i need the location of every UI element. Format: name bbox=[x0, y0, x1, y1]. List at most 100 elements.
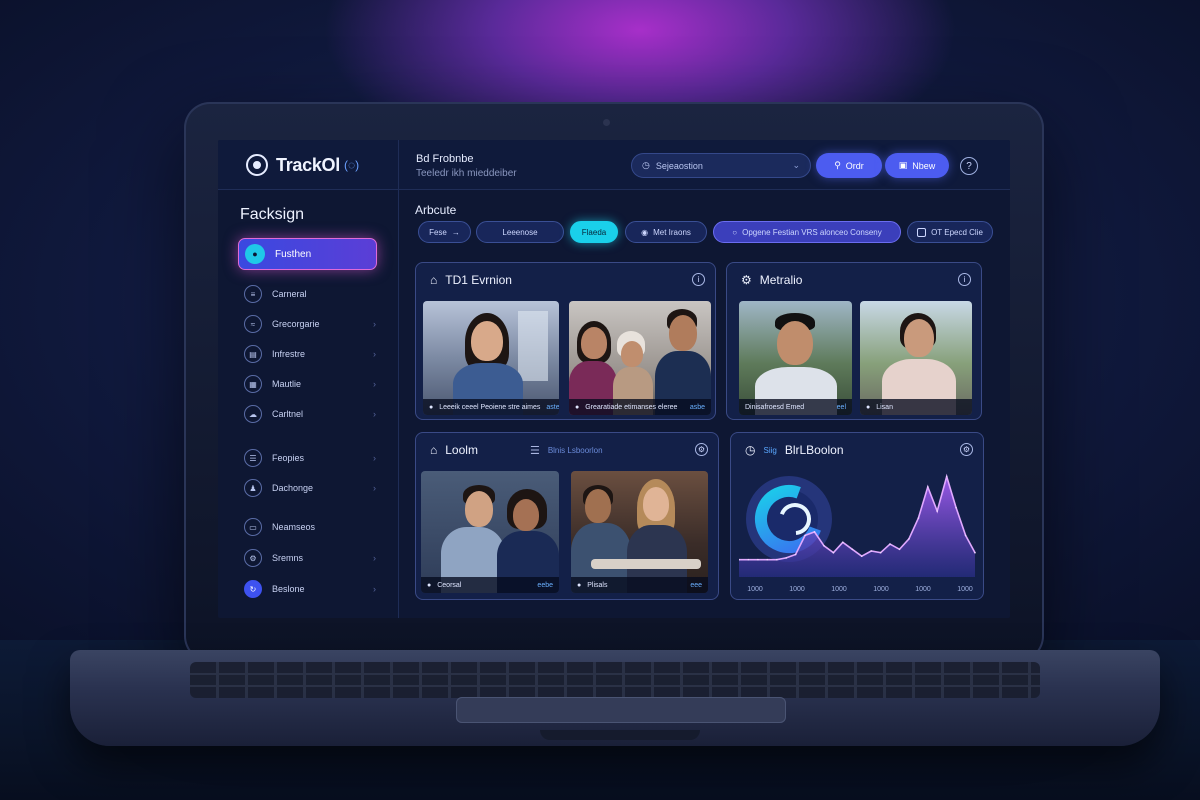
mic-icon: ● bbox=[866, 403, 871, 411]
settings-icon[interactable]: ⚙ bbox=[960, 443, 973, 456]
video-tile[interactable]: ● Grearatiade etimanses eleree asbe bbox=[569, 301, 711, 415]
chart-point bbox=[860, 555, 863, 557]
x-tick-label: 1000 bbox=[831, 586, 847, 593]
webcam bbox=[603, 119, 610, 126]
trackpad bbox=[456, 697, 786, 723]
chip-filter-4[interactable]: ◉ Met Iraons bbox=[625, 221, 707, 243]
card-icon: ▣ bbox=[898, 160, 908, 170]
chip-filter-6[interactable]: OT Epecd Clie bbox=[907, 221, 993, 243]
card-video-room: ⌂ Loolm ☰ Blnis Lsboorlon ⚙ ● Ceorsal ee… bbox=[415, 432, 719, 600]
sidebar-item-infrastructure[interactable]: ▤ Infrestre › bbox=[244, 343, 376, 365]
video-tile[interactable]: ● Ceorsal eebe bbox=[421, 471, 559, 593]
video-tile[interactable]: ● Lisan bbox=[860, 301, 972, 415]
tile-caption: ● Plisals eee bbox=[571, 577, 708, 593]
card-title-text: BlrLBoolon bbox=[784, 443, 844, 457]
sidebar-item-label: Feopies bbox=[272, 453, 305, 463]
chevron-right-icon: › bbox=[373, 553, 376, 563]
x-tick-label: 1000 bbox=[789, 586, 805, 593]
person-face bbox=[904, 319, 934, 357]
search-select[interactable]: ◷ Sejeaostion ⌄ bbox=[631, 153, 811, 178]
chevron-right-icon: › bbox=[373, 584, 376, 594]
order-button[interactable]: ⚲ Ordr bbox=[816, 153, 882, 178]
laptop-hinge bbox=[540, 730, 700, 740]
checkbox-icon bbox=[917, 227, 927, 237]
brand[interactable]: TrackOl (◌) bbox=[246, 154, 359, 176]
users-icon: ♟ bbox=[244, 479, 262, 497]
new-button[interactable]: ▣ Nbew bbox=[885, 153, 949, 178]
person-face bbox=[669, 315, 697, 351]
card-title-text: TD1 Evrnion bbox=[445, 273, 512, 287]
sidebar-item-geography[interactable]: ≈ Grecorgarie › bbox=[244, 313, 376, 335]
chip-filter-2[interactable]: Leeenose bbox=[476, 221, 564, 243]
card-title: ⌂ Loolm ☰ Blnis Lsboorlon bbox=[430, 443, 603, 457]
header-subtitle: Teeledr ikh mieddeiber bbox=[416, 168, 517, 179]
sidebar-item-general[interactable]: ≡ Carneral bbox=[244, 283, 376, 305]
video-tile[interactable]: Dinisafroesd Emed eel bbox=[739, 301, 852, 415]
chevron-right-icon: › bbox=[373, 349, 376, 359]
grid-icon: ▦ bbox=[244, 375, 262, 393]
sidebar-item-media[interactable]: ▦ Mautlie › bbox=[244, 373, 376, 395]
sidebar-item-resources[interactable]: ▭ Neamseos bbox=[244, 516, 376, 538]
chevron-right-icon: › bbox=[373, 379, 376, 389]
sidebar-item-control[interactable]: ☁ Carltnel › bbox=[244, 403, 376, 425]
chart-point bbox=[832, 551, 835, 554]
clock-icon: ◷ bbox=[642, 160, 650, 170]
info-icon[interactable]: i bbox=[692, 273, 705, 286]
chip-label: Opgene Festian VRS alonceo Conseny bbox=[742, 227, 882, 237]
card-title: ⌂ TD1 Evrnion bbox=[430, 273, 512, 287]
chevron-right-icon: › bbox=[373, 483, 376, 493]
tile-caption: ● Ceorsal eebe bbox=[421, 577, 559, 593]
person-face bbox=[777, 321, 813, 365]
section-title: Arbcute bbox=[415, 203, 457, 217]
tile-tag: eee bbox=[690, 581, 702, 589]
tile-caption: ● Lisan bbox=[860, 399, 972, 415]
chip-filter-1[interactable]: Fese → bbox=[418, 221, 471, 243]
table bbox=[591, 559, 701, 569]
card-subtitle: Blnis Lsboorlon bbox=[547, 445, 603, 455]
refresh-icon: ↻ bbox=[244, 580, 262, 598]
menu-icon[interactable]: ☰ bbox=[530, 444, 540, 457]
sidebar-item-active[interactable]: ● Fusthen bbox=[238, 238, 377, 270]
clock-icon: ◷ bbox=[745, 443, 756, 457]
tile-tag: eebe bbox=[537, 581, 553, 589]
person-face bbox=[581, 327, 607, 359]
mic-icon: ● bbox=[427, 581, 432, 589]
layers-icon: ≡ bbox=[244, 285, 262, 303]
video-tile[interactable]: ● Leeeik ceeel Peoiene stre aimes aste bbox=[423, 301, 559, 415]
sidebar-item-streams[interactable]: ⚙ Sremns › bbox=[244, 547, 376, 569]
sidebar-item-people[interactable]: ☰ Feopies › bbox=[244, 447, 376, 469]
settings-icon[interactable]: ⚙ bbox=[695, 443, 708, 456]
card-title-text: Loolm bbox=[445, 443, 478, 457]
sidebar-item-exchange[interactable]: ♟ Dachonge › bbox=[244, 477, 376, 499]
sidebar-item-label: Dachonge bbox=[272, 483, 314, 493]
chevron-right-icon: › bbox=[373, 453, 376, 463]
chart-point bbox=[804, 534, 806, 537]
chip-label: Leeenose bbox=[502, 227, 538, 237]
x-tick-label: 1000 bbox=[915, 586, 931, 593]
signal-icon: (◌) bbox=[343, 158, 360, 172]
stack-icon: ≈ bbox=[244, 315, 262, 333]
chart-point bbox=[945, 475, 948, 478]
tile-tag: asbe bbox=[689, 403, 705, 411]
window-light bbox=[518, 311, 548, 381]
chip-filter-active[interactable]: Flaeda bbox=[570, 221, 618, 243]
header-title: Bd Frobnbe bbox=[416, 153, 474, 165]
chart-point bbox=[776, 558, 778, 561]
order-button-label: Ordr bbox=[845, 160, 864, 171]
home-icon: ⌂ bbox=[430, 273, 438, 287]
help-icon[interactable]: ? bbox=[960, 157, 978, 175]
sidebar-item-balance[interactable]: ↻ Beslone › bbox=[244, 578, 376, 600]
chip-label: Met Iraons bbox=[653, 227, 691, 237]
keyboard bbox=[190, 662, 1040, 698]
info-icon[interactable]: i bbox=[958, 273, 971, 286]
chart-point bbox=[889, 543, 891, 545]
location-icon: ◉ bbox=[641, 227, 649, 237]
sidebar-item-label: Fusthen bbox=[275, 248, 312, 260]
tile-caption-text: Leeeik ceeel Peoiene stre aimes bbox=[439, 403, 541, 411]
gear-icon: ⚙ bbox=[741, 273, 752, 287]
card-chart: ◷ Siig BlrLBoolon ⚙ 1000 1000 1000 1000 1000… bbox=[730, 432, 984, 600]
tile-caption-text: Plisals bbox=[587, 581, 608, 589]
video-tile[interactable]: ● Plisals eee bbox=[571, 471, 708, 593]
tile-caption-text: Grearatiade etimanses eleree bbox=[585, 403, 678, 411]
chip-filter-5[interactable]: ○ Opgene Festian VRS alonceo Conseny bbox=[713, 221, 901, 243]
